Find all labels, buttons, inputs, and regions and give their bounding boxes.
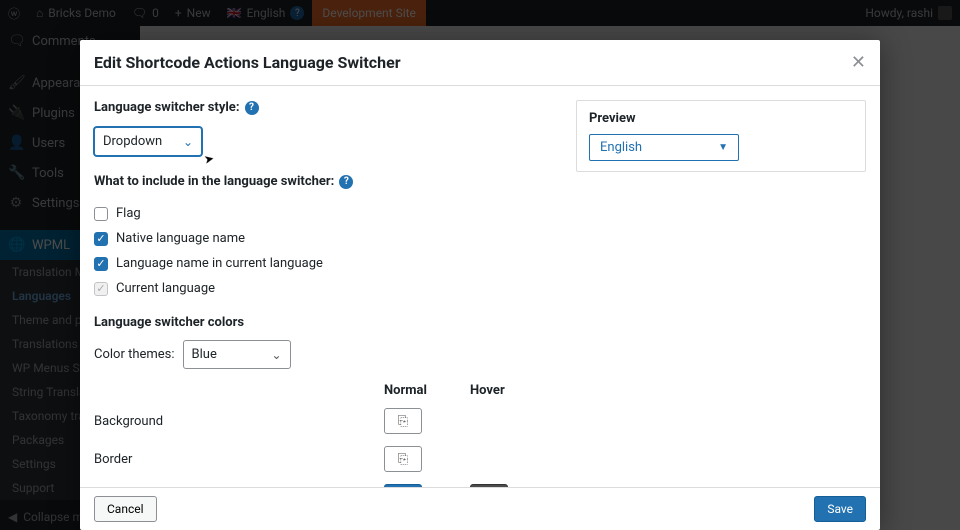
- chevron-down-icon: ⌄: [271, 348, 281, 362]
- checkbox-checked[interactable]: ✓: [94, 232, 108, 246]
- save-button[interactable]: Save: [814, 496, 866, 522]
- close-icon[interactable]: ✕: [851, 52, 866, 73]
- help-icon[interactable]: ?: [245, 101, 259, 115]
- modal-dialog: Edit Shortcode Actions Language Switcher…: [80, 40, 880, 530]
- col-normal: Normal: [384, 383, 470, 398]
- option-flag[interactable]: Flag: [94, 201, 556, 226]
- caret-down-icon: ▼: [718, 142, 728, 153]
- modal-title: Edit Shortcode Actions Language Switcher: [94, 53, 401, 72]
- checkbox-unchecked[interactable]: [94, 207, 108, 221]
- preview-dropdown[interactable]: English ▼: [589, 134, 739, 161]
- colors-heading: Language switcher colors: [94, 315, 556, 330]
- cancel-button[interactable]: Cancel: [94, 496, 157, 522]
- row-border-label: Border: [94, 452, 384, 467]
- swatch-bg-normal[interactable]: ⎘: [384, 408, 422, 434]
- theme-select[interactable]: Blue ⌄: [183, 340, 291, 369]
- help-icon[interactable]: ?: [339, 175, 353, 189]
- modal-footer: Cancel Save: [80, 487, 880, 530]
- checkbox-disabled: ✓: [94, 282, 108, 296]
- chevron-down-icon: ⌄: [183, 135, 193, 149]
- style-label: Language switcher style: ?: [94, 100, 259, 115]
- col-hover: Hover: [470, 383, 556, 398]
- option-current[interactable]: ✓ Current language: [94, 276, 556, 301]
- preview-title: Preview: [589, 111, 853, 126]
- swatch-border-normal[interactable]: ⎘: [384, 446, 422, 472]
- checkbox-checked[interactable]: ✓: [94, 257, 108, 271]
- modal-header: Edit Shortcode Actions Language Switcher…: [80, 40, 880, 86]
- option-langname[interactable]: ✓ Language name in current language: [94, 251, 556, 276]
- themes-label: Color themes:: [94, 347, 175, 362]
- option-native[interactable]: ✓ Native language name: [94, 226, 556, 251]
- row-bg-label: Background: [94, 414, 384, 429]
- preview-panel: Preview English ▼: [576, 100, 866, 172]
- style-select[interactable]: Dropdown ⌄: [94, 127, 202, 156]
- include-label: What to include in the language switcher…: [94, 174, 353, 189]
